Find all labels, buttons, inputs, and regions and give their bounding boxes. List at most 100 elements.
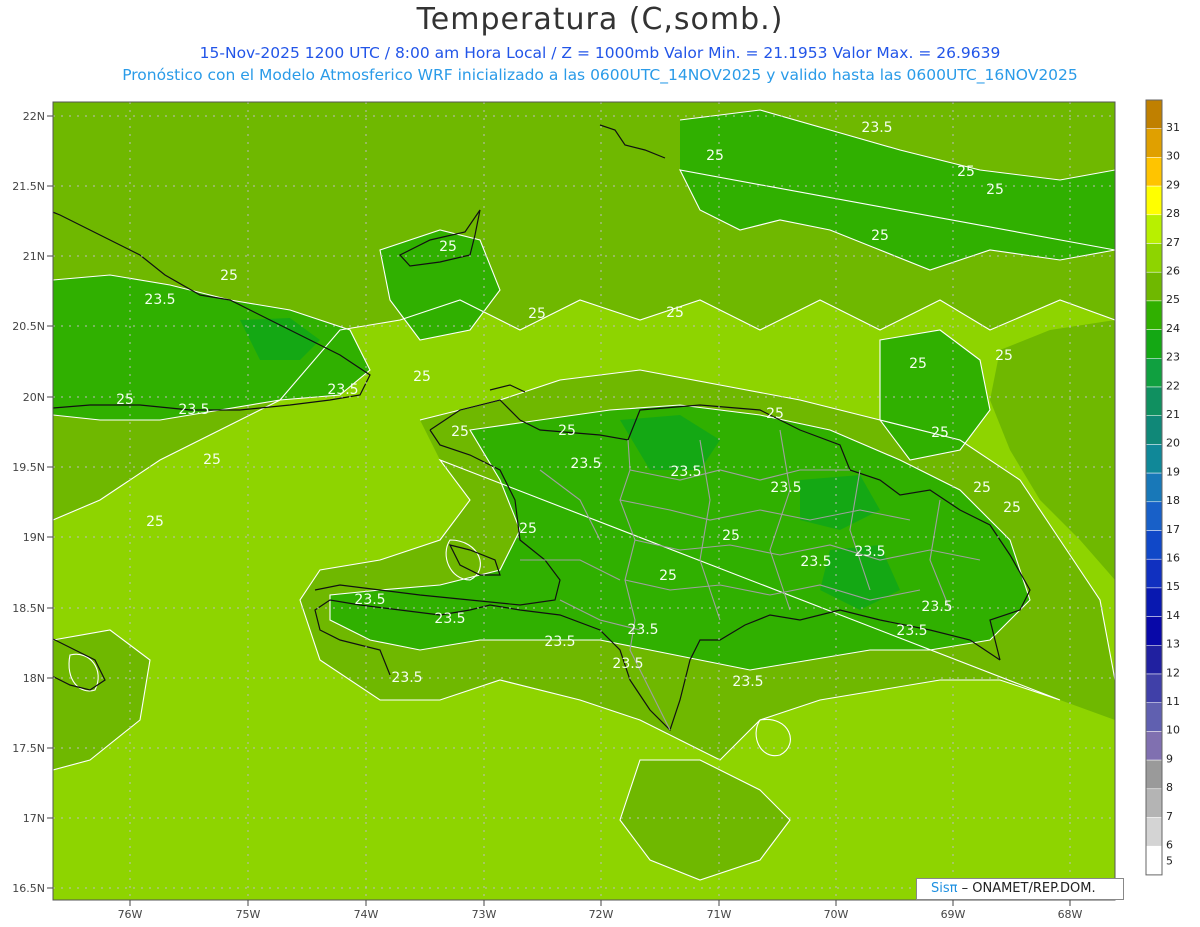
contour-label: 25 [995, 348, 1013, 364]
contour-label: 25 [706, 148, 724, 164]
colorbar-swatch [1145, 587, 1163, 617]
contour-label: 25 [146, 514, 164, 530]
colorbar-label: 6 [1166, 839, 1173, 852]
lat-tick-label: 19.5N [12, 461, 45, 474]
colorbar-swatch [1145, 128, 1163, 158]
contour-label: 25 [451, 424, 469, 440]
colorbar-swatch [1145, 558, 1163, 589]
colorbar-label: 28 [1166, 207, 1180, 220]
contour-label: 25 [909, 356, 927, 372]
colorbar-swatch [1145, 817, 1163, 847]
lon-tick-label: 76W [118, 908, 143, 921]
colorbar-swatch [1145, 501, 1163, 531]
contour-label: 25 [528, 306, 546, 322]
colorbar-label: 19 [1166, 465, 1180, 478]
contour-label: 25 [116, 392, 134, 408]
colorbar-label: 9 [1166, 752, 1173, 765]
colorbar-label: 7 [1166, 810, 1173, 823]
contour-label: 25 [519, 521, 537, 537]
colorbar-swatch [1145, 645, 1163, 675]
colorbar-swatch [1145, 300, 1163, 330]
contour-label: 25 [931, 425, 949, 441]
contour-label: 23.5 [144, 292, 175, 308]
colorbar-label: 29 [1166, 178, 1180, 191]
colorbar-swatch [1145, 616, 1163, 646]
contour-label: 25 [973, 480, 991, 496]
lat-tick-label: 20.5N [12, 320, 45, 333]
colorbar-swatch [1145, 157, 1163, 187]
longitude-axis: 76W 75W 74W 73W 72W 71W 70W 69W 68W [118, 900, 1083, 921]
contour-label: 23.5 [178, 402, 209, 418]
contour-label: 25 [666, 305, 684, 321]
credit-text: – ONAMET/REP.DOM. [957, 881, 1096, 896]
colorbar-swatch [1145, 702, 1163, 732]
contour-label: 23.5 [861, 120, 892, 136]
colorbar-label: 27 [1166, 236, 1180, 249]
colorbar-label: 21 [1166, 408, 1180, 421]
colorbar-label: 14 [1166, 609, 1180, 622]
colorbar-swatch [1145, 673, 1163, 703]
contour-label: 25 [986, 182, 1004, 198]
contour-label: 23.5 [434, 611, 465, 627]
colorbar-label: 18 [1166, 494, 1180, 507]
colorbar-label: 16 [1166, 552, 1180, 565]
colorbar-label: 17 [1166, 523, 1180, 536]
contour-label: 25 [1003, 500, 1021, 516]
colorbar-label: 31 [1166, 121, 1180, 134]
contour-label: 23.5 [391, 670, 422, 686]
colorbar-label: 30 [1166, 150, 1180, 163]
contour-label: 23.5 [800, 554, 831, 570]
colorbar-swatch [1145, 530, 1163, 560]
colorbar-label: 23 [1166, 351, 1180, 364]
colorbar-label: 12 [1166, 666, 1180, 679]
contour-label: 25 [871, 228, 889, 244]
contour-label: 23.5 [612, 656, 643, 672]
contour-label: 23.5 [627, 622, 658, 638]
lat-tick-label: 20N [23, 391, 45, 404]
contour-label: 25 [766, 406, 784, 422]
colorbar-label: 11 [1166, 695, 1180, 708]
contour-label: 25 [722, 528, 740, 544]
contour-label: 23.5 [732, 674, 763, 690]
colorbar-label: 20 [1166, 437, 1180, 450]
contour-label: 25 [203, 452, 221, 468]
colorbar-label: 10 [1166, 724, 1180, 737]
colorbar-swatch [1145, 845, 1163, 876]
temperature-map: 25 25 25 25 25 25 25 25 25 25 25 25 25 25 25 25 25 25 25 25… [12, 99, 1180, 921]
lat-tick-label: 18.5N [12, 602, 45, 615]
colorbar-swatch [1145, 415, 1163, 445]
lat-tick-label: 21N [23, 250, 45, 263]
lat-tick-label: 18N [23, 672, 45, 685]
colorbar: 31 30 29 28 27 26 25 24 23 22 21 20 19 18 17 16 15 14 13 12… [1145, 99, 1180, 876]
contour-label: 25 [413, 369, 431, 385]
colorbar-label: 24 [1166, 322, 1180, 335]
lat-tick-label: 16.5N [12, 882, 45, 895]
colorbar-label: 22 [1166, 379, 1180, 392]
lon-tick-label: 73W [472, 908, 497, 921]
colorbar-swatch [1145, 788, 1163, 818]
colorbar-swatch [1145, 329, 1163, 359]
contour-label: 23.5 [327, 382, 358, 398]
contour-label: 23.5 [670, 464, 701, 480]
lat-tick-label: 22N [23, 110, 45, 123]
credit-box: Sisπ – ONAMET/REP.DOM. [916, 878, 1124, 900]
contour-label: 25 [957, 164, 975, 180]
latitude-axis: 22N 21.5N 21N 20.5N 20N 19.5N 19N 18.5N 18N 17.5N… [12, 110, 53, 895]
colorbar-swatch [1145, 472, 1163, 503]
contour-label: 23.5 [921, 599, 952, 615]
lon-tick-label: 69W [941, 908, 966, 921]
colorbar-label: 25 [1166, 293, 1180, 306]
lat-tick-label: 17N [23, 812, 45, 825]
lon-tick-label: 75W [236, 908, 261, 921]
lon-tick-label: 72W [589, 908, 614, 921]
colorbar-swatch [1145, 243, 1163, 273]
colorbar-label: 26 [1166, 265, 1180, 278]
contour-label: 23.5 [854, 544, 885, 560]
contour-label: 25 [439, 239, 457, 255]
colorbar-label: 8 [1166, 781, 1173, 794]
contour-label: 23.5 [544, 634, 575, 650]
contour-label: 25 [558, 423, 576, 439]
contour-label: 25 [659, 568, 677, 584]
lon-tick-label: 68W [1058, 908, 1083, 921]
lat-tick-label: 17.5N [12, 742, 45, 755]
